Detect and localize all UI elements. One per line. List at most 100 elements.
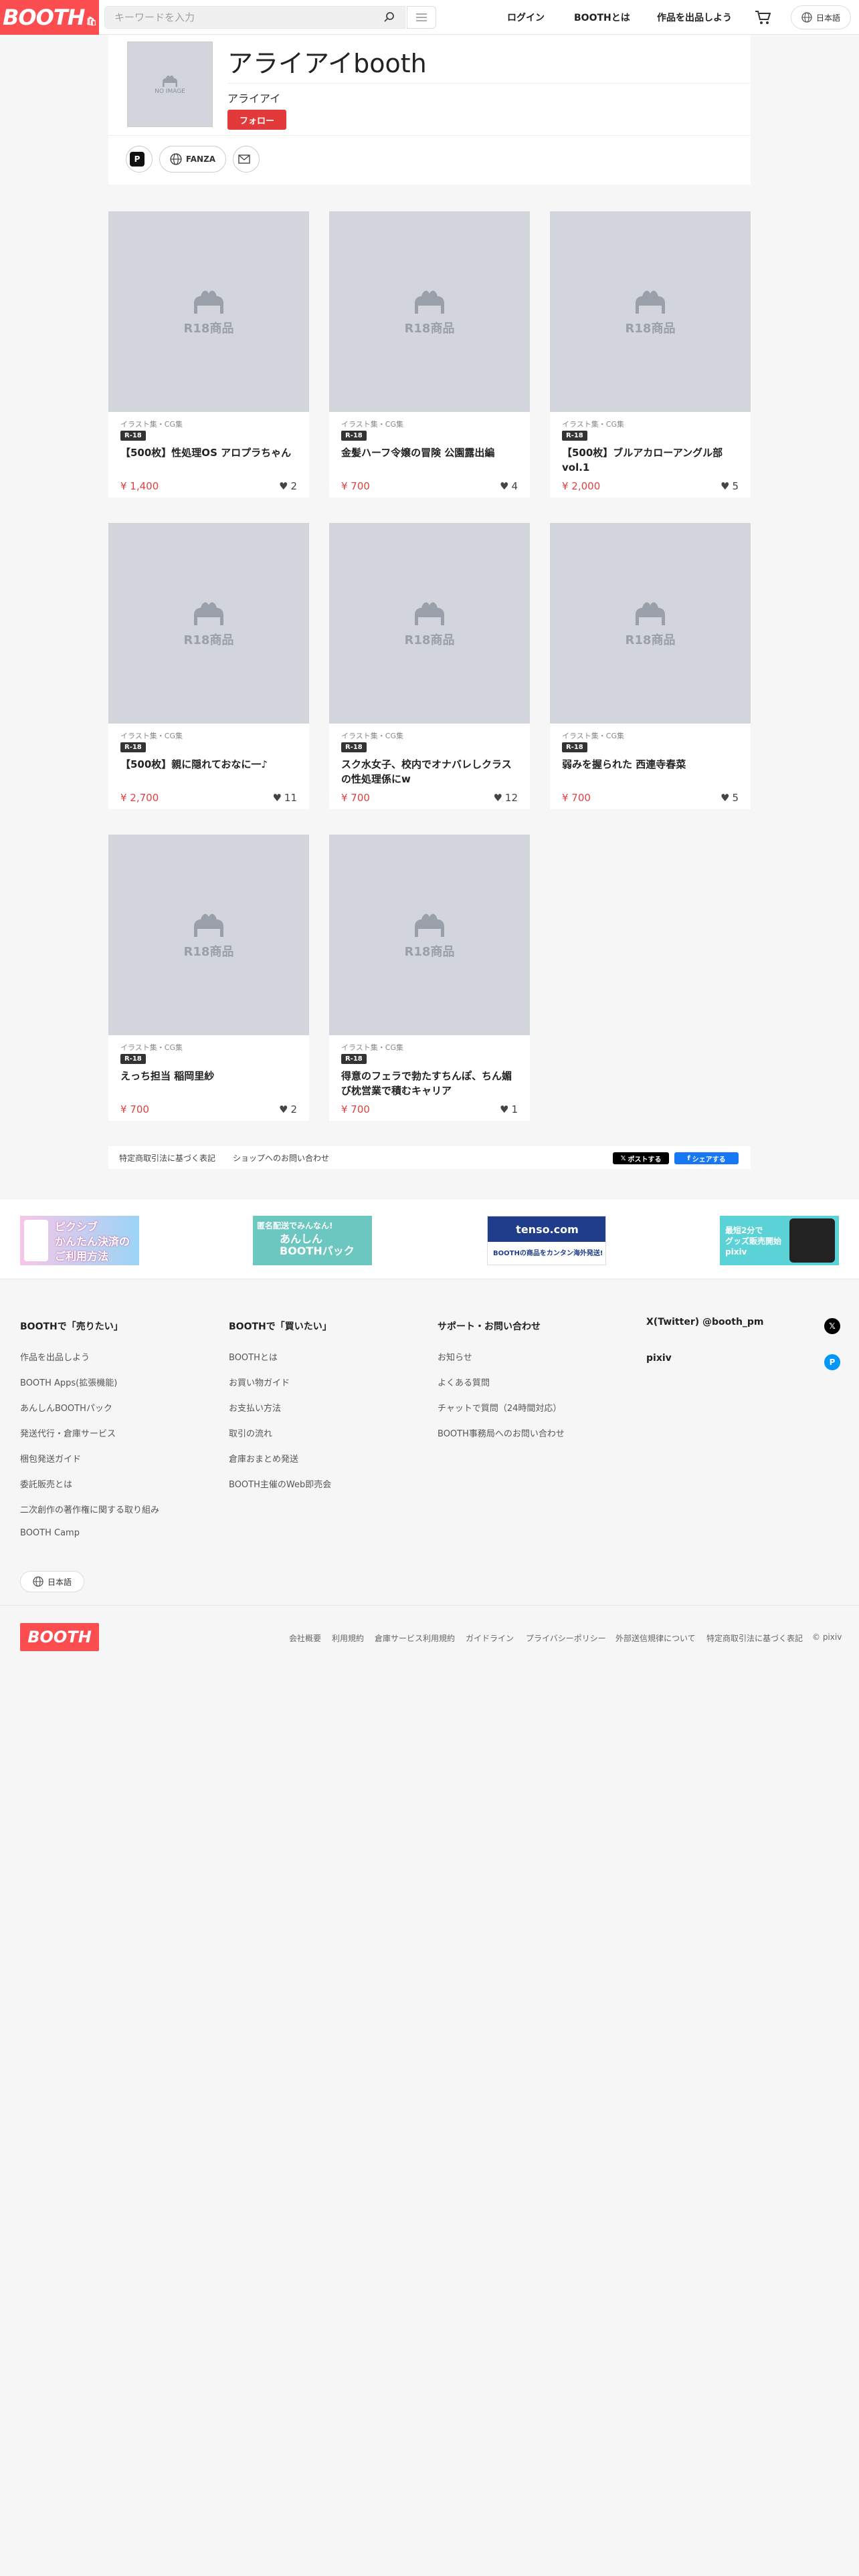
item-card[interactable]: R18商品 イラスト集・CG集 R-18 金髪ハーフ令嬢の冒険 公園露出編 ¥ … (329, 211, 530, 498)
follow-button[interactable]: フォロー (227, 110, 286, 130)
item-thumbnail[interactable]: R18商品 (550, 523, 751, 724)
footer-link[interactable]: BOOTH Camp (20, 1528, 80, 1538)
like-button[interactable]: ♥ 5 (721, 792, 739, 804)
shop-link-fanza[interactable]: FANZA (159, 146, 226, 173)
like-button[interactable]: ♥ 11 (272, 792, 297, 804)
footer-link[interactable]: BOOTH主催のWeb即売会 (229, 1477, 331, 1490)
item-card[interactable]: R18商品 イラスト集・CG集 R-18 スク水女子、校内でオナバレしクラスの性… (329, 523, 530, 809)
item-title[interactable]: 弱みを握られた 西連寺春菜 (562, 757, 741, 772)
legal-link[interactable]: 利用規約 (332, 1632, 364, 1644)
item-title[interactable]: 得意のフェラで勃たすちんぽ、ちん媚び枕営業で積むキャリア (341, 1069, 520, 1098)
legal-link[interactable]: 外部送信規律について (615, 1632, 696, 1644)
like-button[interactable]: ♥ 2 (279, 1103, 297, 1115)
item-title[interactable]: えっち担当 稲岡里紗 (120, 1069, 300, 1083)
item-category[interactable]: イラスト集・CG集 (120, 1042, 183, 1053)
item-title[interactable]: 【500枚】性処理OS アロプラちゃん (120, 445, 300, 460)
footer-link[interactable]: 作品を出品しよう (20, 1350, 90, 1363)
item-card[interactable]: R18商品 イラスト集・CG集 R-18 【500枚】性処理OS アロプラちゃん… (108, 211, 309, 498)
footer-link[interactable]: 二次創作の著作権に関する取り組み (20, 1503, 159, 1515)
like-button[interactable]: ♥ 12 (493, 792, 518, 804)
footer-link[interactable]: チャットで質問（24時間対応） (438, 1401, 561, 1414)
item-card[interactable]: R18商品 イラスト集・CG集 R-18 【500枚】ブルアカローアングル部 v… (550, 211, 751, 498)
shop-contact-link[interactable]: ショップへのお問い合わせ (233, 1152, 329, 1164)
footer-language-button[interactable]: 日本語 (20, 1571, 84, 1592)
shop-owner-name[interactable]: アライアイ (227, 90, 280, 106)
item-card[interactable]: R18商品 イラスト集・CG集 R-18 【500枚】親に隠れておなに一♪ ¥ … (108, 523, 309, 809)
footer-link[interactable]: 委託販売とは (20, 1477, 72, 1490)
item-price: ¥ 2,700 (120, 792, 159, 804)
footer-link[interactable]: よくある質問 (438, 1376, 490, 1388)
banner-anshin-pack[interactable]: 匿名配送でみんなん! あんしん BOOTHパック (253, 1216, 372, 1265)
legal-link[interactable]: ガイドライン (466, 1632, 514, 1644)
item-category[interactable]: イラスト集・CG集 (562, 419, 624, 429)
footer-x-link[interactable]: X(Twitter) @booth_pm 𝕏 (646, 1317, 840, 1337)
footer-booth-logo[interactable]: BOOTH (20, 1623, 99, 1651)
footer-link[interactable]: お支払い方法 (229, 1401, 281, 1414)
legal-link[interactable]: 特定商取引法に基づく表記 (706, 1632, 803, 1644)
footer-link[interactable]: お買い物ガイド (229, 1376, 290, 1388)
footer-link[interactable]: 倉庫おまとめ発送 (229, 1452, 298, 1465)
item-thumbnail[interactable]: R18商品 (108, 523, 309, 724)
item-card[interactable]: R18商品 イラスト集・CG集 R-18 えっち担当 稲岡里紗 ¥ 700 ♥ 2 (108, 835, 309, 1121)
item-price: ¥ 700 (120, 1103, 149, 1115)
item-thumbnail[interactable]: R18商品 (550, 211, 751, 412)
facebook-share-button[interactable]: f シェアする (674, 1152, 739, 1164)
footer-link[interactable]: 梱包発送ガイド (20, 1452, 81, 1465)
shop-link-email[interactable] (233, 146, 260, 173)
item-title[interactable]: 【500枚】ブルアカローアングル部 vol.1 (562, 445, 741, 475)
legal-link[interactable]: 会社概要 (289, 1632, 321, 1644)
booth-logo[interactable]: BOOTH 🛍 (0, 0, 99, 35)
footer-link[interactable]: 発送代行・倉庫サービス (20, 1426, 116, 1439)
item-category[interactable]: イラスト集・CG集 (120, 730, 183, 741)
phone-image (24, 1220, 48, 1261)
item-title[interactable]: 【500枚】親に隠れておなに一♪ (120, 757, 300, 772)
login-link[interactable]: ログイン (507, 0, 545, 35)
start-selling-link[interactable]: 作品を出品しよう (657, 0, 732, 35)
item-card[interactable]: R18商品 イラスト集・CG集 R-18 弱みを握られた 西連寺春菜 ¥ 700… (550, 523, 751, 809)
tokushoho-link[interactable]: 特定商取引法に基づく表記 (119, 1152, 215, 1164)
footer-link[interactable]: BOOTHとは (229, 1350, 278, 1363)
item-title[interactable]: スク水女子、校内でオナバレしクラスの性処理係にw (341, 757, 520, 786)
cart-icon[interactable] (755, 0, 771, 35)
heart-icon: ♥ (279, 1103, 288, 1115)
item-thumbnail[interactable]: R18商品 (108, 211, 309, 412)
item-category[interactable]: イラスト集・CG集 (341, 1042, 403, 1053)
search-icon[interactable] (383, 11, 395, 26)
banner-tenso[interactable]: tenso.com BOOTHの商品をカンタン海外発送! (487, 1216, 606, 1265)
globe-icon (170, 153, 182, 165)
like-button[interactable]: ♥ 1 (500, 1103, 518, 1115)
footer-link[interactable]: BOOTH Apps(拡張機能) (20, 1376, 117, 1388)
banner-pixiv-payment[interactable]: ピクシブ かんたん決済の ご利用方法 (20, 1216, 139, 1265)
item-category[interactable]: イラスト集・CG集 (120, 419, 183, 429)
search-options-button[interactable] (407, 6, 436, 29)
item-thumbnail[interactable]: R18商品 (329, 835, 530, 1035)
item-title[interactable]: 金髪ハーフ令嬢の冒険 公園露出編 (341, 445, 520, 460)
footer-link[interactable]: BOOTH事務局へのお問い合わせ (438, 1426, 565, 1439)
item-category[interactable]: イラスト集・CG集 (562, 730, 624, 741)
language-button[interactable]: 日本語 (791, 5, 851, 29)
item-category[interactable]: イラスト集・CG集 (341, 419, 403, 429)
bag-icon: 🛍 (86, 16, 96, 27)
like-button[interactable]: ♥ 2 (279, 480, 297, 492)
footer-pixiv-link[interactable]: pixiv P (646, 1353, 840, 1373)
item-thumbnail[interactable]: R18商品 (329, 211, 530, 412)
shop-link-pixiv[interactable]: P (126, 146, 153, 173)
like-button[interactable]: ♥ 4 (500, 480, 518, 492)
search-input[interactable] (105, 7, 366, 28)
divider (227, 83, 751, 84)
banner-pixiv-factory[interactable]: 最短2分で グッズ販売開始 pixiv (720, 1216, 839, 1265)
like-button[interactable]: ♥ 5 (721, 480, 739, 492)
legal-link[interactable]: 倉庫サービス利用規約 (375, 1632, 455, 1644)
r18-badge: R-18 (341, 431, 367, 441)
about-booth-link[interactable]: BOOTHとは (574, 0, 630, 35)
footer-link[interactable]: 取引の流れ (229, 1426, 272, 1439)
item-thumbnail[interactable]: R18商品 (108, 835, 309, 1035)
camel-icon (415, 602, 444, 625)
footer-link[interactable]: あんしんBOOTHパック (20, 1401, 112, 1414)
item-category[interactable]: イラスト集・CG集 (341, 730, 403, 741)
legal-link[interactable]: プライバシーポリシー (526, 1632, 606, 1644)
footer-link[interactable]: お知らせ (438, 1350, 472, 1363)
x-post-button[interactable]: 𝕏 ポストする (613, 1152, 669, 1164)
item-thumbnail[interactable]: R18商品 (329, 523, 530, 724)
item-card[interactable]: R18商品 イラスト集・CG集 R-18 得意のフェラで勃たすちんぽ、ちん媚び枕… (329, 835, 530, 1121)
